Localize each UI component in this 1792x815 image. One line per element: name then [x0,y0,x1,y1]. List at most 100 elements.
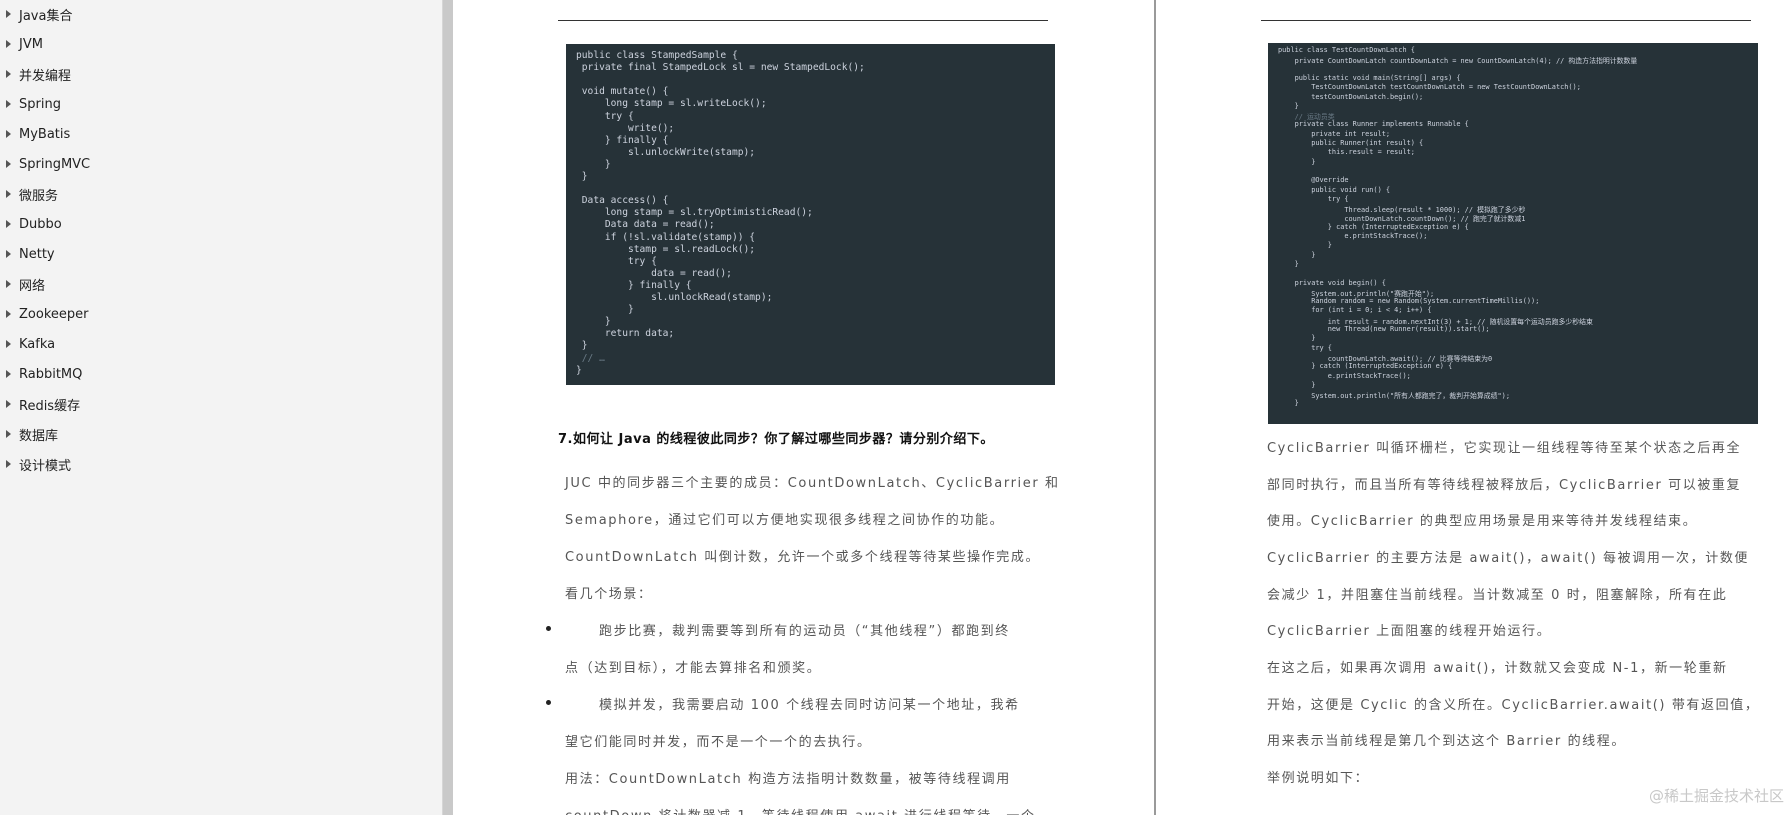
code-line: try { [1278,343,1332,352]
code-line: public static void main(String[] args) { [1278,73,1461,82]
paragraph-line: CyclicBarrier 叫循环栅栏，它实现让一组线程等待至某个状态之后再全 [1267,441,1742,456]
caret-right-icon[interactable] [6,100,11,108]
code-line: } [576,158,611,170]
bullet-dot [546,700,551,705]
code-line: private CountDownLatch countDownLatch = … [1278,57,1638,66]
code-line: stamp = sl.readLock(); [576,243,756,255]
code-line: } [1278,101,1299,110]
caret-right-icon[interactable] [6,460,11,468]
paragraph-line: countDown 将计数器减 1，等待线程使用 await 进行线程等待，一个 [565,805,1036,815]
outline-sidebar: Java集合 JVM 并发编程 Spring MyBatis SpringMVC… [0,0,443,815]
sidebar-item-design-patterns[interactable]: 设计模式 [6,452,71,476]
code-block-stamped-sample: public class StampedSample { private fin… [566,44,1055,385]
watermark: @稀土掘金技术社区 [1648,787,1784,805]
code-line: this.result = result; [1278,148,1415,157]
code-line: for (int i = 0; i < 4; i++) { [1278,306,1432,315]
code-line: @Override [1278,176,1349,185]
code-line: long stamp = sl.tryOptimisticRead(); [576,207,813,219]
code-line: } finally { [576,279,692,291]
code-line: try { [1278,194,1349,203]
paragraph-line: 举例说明如下： [1267,771,1370,786]
code-line: } catch (InterruptedException e) { [1278,222,1469,231]
code-line: testCountDownLatch.begin(); [1278,92,1424,101]
code-line: private final StampedLock sl = new Stamp… [576,62,865,74]
code-line: public Runner(int result) { [1278,139,1424,147]
sidebar-item-kafka[interactable]: Kafka [6,332,55,356]
caret-right-icon[interactable] [6,220,11,228]
page-header-rule [1261,20,1751,21]
code-line: } [1278,250,1316,259]
paragraph-line: 使用。CyclicBarrier 的典型应用场景是用来等待并发线程结束。 [1267,514,1698,529]
caret-right-icon[interactable] [6,10,11,18]
code-line: e.printStackTrace(); [1278,232,1428,240]
question-heading: 7.如何让 Java 的线程彼此同步？你了解过哪些同步器？请分别介绍下。 [558,432,994,447]
bullet-dot [546,626,551,631]
code-line: } [576,340,588,352]
document-page-left: public class StampedSample { private fin… [453,0,1154,815]
bullet-line: 跑步比赛，裁判需要等到所有的运动员（“其他线程”）都跑到终 [599,624,1010,639]
sidebar-item-concurrency[interactable]: 并发编程 [6,62,71,86]
code-line: sl.unlockRead(stamp); [576,292,773,303]
caret-right-icon[interactable] [6,400,11,408]
code-line: data = read(); [576,267,732,279]
code-line: } finally { [576,134,669,146]
viewer-gutter [443,0,453,815]
caret-right-icon[interactable] [6,430,11,438]
sidebar-item-netty[interactable]: Netty [6,242,55,266]
caret-right-icon[interactable] [6,370,11,378]
caret-right-icon[interactable] [6,190,11,198]
code-line: long stamp = sl.writeLock(); [576,98,767,110]
code-line: private void begin() { [1278,278,1386,287]
caret-right-icon[interactable] [6,70,11,78]
sidebar-item-spring[interactable]: Spring [6,92,61,116]
sidebar-item-jvm[interactable]: JVM [6,32,43,56]
caret-right-icon[interactable] [6,130,11,138]
caret-right-icon[interactable] [6,310,11,318]
code-line: } [1278,399,1299,408]
caret-right-icon[interactable] [6,160,11,168]
paragraph-line: 开始，这便是 Cyclic 的含义所在。CyclicBarrier.await(… [1267,698,1760,713]
sidebar-item-zookeeper[interactable]: Zookeeper [6,302,88,326]
sidebar-item-mybatis[interactable]: MyBatis [6,122,70,146]
page-header-rule [558,20,1048,21]
caret-right-icon[interactable] [6,40,11,48]
sidebar-item-springmvc[interactable]: SpringMVC [6,152,90,176]
sidebar-item-redis[interactable]: Redis缓存 [6,392,80,416]
code-line: } [576,171,588,182]
code-line: } [576,304,634,316]
paragraph-line: CyclicBarrier 上面阻塞的线程开始运行。 [1267,624,1552,639]
code-line: // … [576,352,605,364]
code-line: System.out.println("所有人都跑完了，裁判开始算成绩"); [1278,392,1510,401]
bullet-line: 望它们能同时并发，而不是一个一个的去执行。 [565,735,872,750]
code-line: write(); [576,122,675,134]
code-line: public class TestCountDownLatch { [1278,46,1415,54]
paragraph-line: CyclicBarrier 的主要方法是 await()，await() 每被调… [1267,551,1750,566]
sidebar-item-network[interactable]: 网络 [6,272,45,296]
code-line: } [576,364,582,376]
code-line: try { [576,110,634,122]
sidebar-item-microservices[interactable]: 微服务 [6,182,58,206]
code-line: if (!sl.validate(stamp)) { [576,231,756,243]
sidebar-item-dubbo[interactable]: Dubbo [6,212,62,236]
paragraph-line: 在这之后，如果再次调用 await()，计数就又会变成 N-1，新一轮重新 [1267,661,1728,676]
paragraph-line: 会减少 1，并阻塞住当前线程。当计数减至 0 时，阻塞解除，所有在此 [1267,588,1728,603]
code-line: TestCountDownLatch testCountDownLatch = … [1278,83,1581,92]
caret-right-icon[interactable] [6,340,11,348]
bullet-line: 点（达到目标），才能去算排名和颁奖。 [565,661,822,676]
caret-right-icon[interactable] [6,280,11,288]
bullet-line: 模拟并发，我需要启动 100 个线程去同时访问某一个地址，我希 [599,698,1020,713]
sidebar-item-rabbitmq[interactable]: RabbitMQ [6,362,82,386]
paragraph-line: 看几个场景： [565,587,653,602]
code-line: void mutate() { [576,86,669,98]
code-line: } [1278,241,1332,250]
sidebar-item-database[interactable]: 数据库 [6,422,58,446]
caret-right-icon[interactable] [6,250,11,258]
paragraph-line: 部同时执行，而且当所有等待线程被释放后，CyclicBarrier 可以被重复 [1267,478,1742,493]
code-line: sl.unlockWrite(stamp); [576,146,756,158]
code-line: try { [576,255,657,267]
code-line: } [1278,157,1316,166]
code-line: new Thread(new Runner(result)).start(); [1278,325,1490,333]
code-line: Random random = new Random(System.curren… [1278,297,1540,306]
sidebar-item-java-collections[interactable]: Java集合 [6,2,72,26]
code-line: return data; [576,328,675,340]
